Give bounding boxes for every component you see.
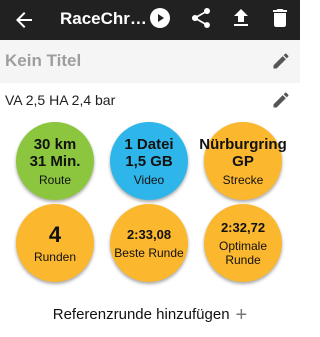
arrow-back-icon[interactable] [12, 8, 36, 32]
laps-label: Runden [33, 249, 77, 264]
edit-tyre-pressure-icon[interactable] [271, 90, 291, 110]
track-stat-circle[interactable]: Nürburgring GP Strecke [199, 122, 287, 200]
edit-title-icon[interactable] [271, 51, 291, 71]
laps-count: 4 [48, 221, 62, 247]
optimal-lap-time: 2:32,72 [220, 219, 266, 235]
route-distance: 30 km [33, 135, 77, 153]
route-duration: 31 Min. [29, 152, 81, 170]
laps-stat-circle[interactable]: 4 Runden [16, 204, 94, 282]
optimal-lap-label-line2: Runde [225, 252, 261, 267]
route-label: Route [38, 172, 72, 187]
video-label: Video [133, 172, 165, 187]
optimal-lap-stat-circle[interactable]: 2:32,72 Optimale Runde [204, 204, 282, 282]
video-size: 1,5 GB [125, 152, 173, 170]
app-bar: RaceChr… [0, 0, 300, 40]
track-name-line1: Nürburgring [199, 135, 287, 153]
best-lap-time: 2:33,08 [126, 226, 172, 242]
video-files: 1 Datei [124, 135, 174, 153]
add-reference-lap-button[interactable]: Referenzrunde hinzufügen + [0, 304, 300, 327]
optimal-lap-label-line1: Optimale [218, 238, 268, 253]
video-stat-circle[interactable]: 1 Datei 1,5 GB Video [110, 122, 188, 200]
best-lap-stat-circle[interactable]: 2:33,08 Beste Runde [110, 204, 188, 282]
tyre-pressure-text[interactable]: VA 2,5 HA 2,4 bar [5, 92, 115, 108]
play-circle-icon[interactable] [148, 6, 172, 30]
session-title-row: Kein Titel [0, 40, 300, 83]
share-icon[interactable] [189, 6, 213, 30]
add-reference-lap-label: Referenzrunde hinzufügen [52, 306, 230, 323]
app-title: RaceChr… [60, 9, 147, 28]
track-name-line2: GP [232, 152, 254, 170]
plus-icon: + [235, 304, 248, 326]
best-lap-label: Beste Runde [114, 245, 184, 260]
track-label: Strecke [222, 172, 264, 187]
session-title[interactable]: Kein Titel [5, 51, 81, 71]
delete-icon[interactable] [268, 6, 292, 30]
upload-icon[interactable] [229, 6, 253, 30]
route-stat-circle[interactable]: 30 km 31 Min. Route [16, 122, 94, 200]
